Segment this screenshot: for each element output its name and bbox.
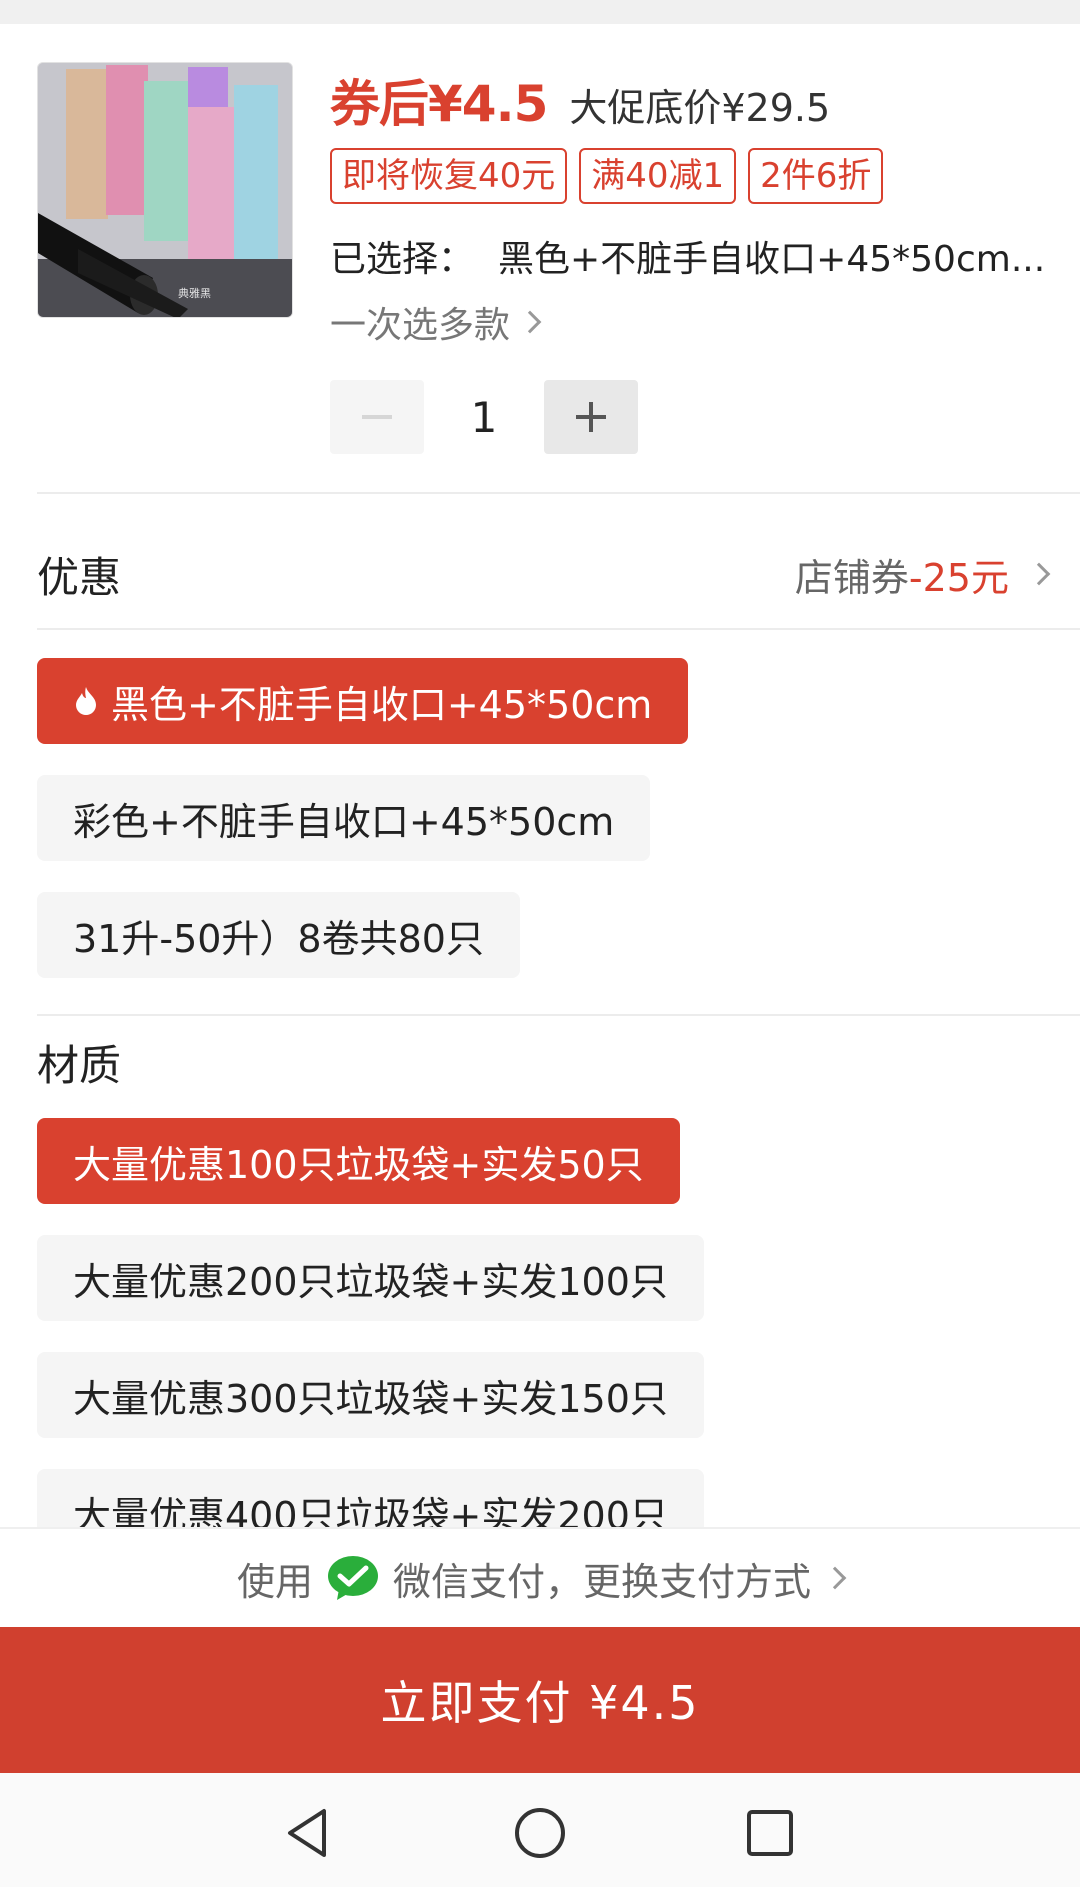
triangle-back-icon[interactable] (280, 1803, 340, 1863)
product-image-caption: 典雅黑 (178, 287, 211, 300)
chevron-right-icon (823, 1566, 847, 1590)
variant-label: 彩色+不脏手自收口+45*50cm (73, 799, 615, 844)
product-header: 典雅黑 券后¥4.5 大促底价¥29.5 即将恢复40元 满40减1 2件6折 … (0, 24, 1080, 494)
quantity-value[interactable]: 1 (424, 393, 544, 442)
divider (37, 628, 1080, 630)
coupon-info: 店铺券 -25元 (794, 547, 1051, 602)
material-option[interactable]: 大量优惠400只垃圾袋+实发200只 (37, 1469, 704, 1527)
multi-select-link[interactable]: 一次选多款 (330, 296, 542, 348)
pay-now-button[interactable]: 立即支付 ¥4.5 (0, 1627, 1080, 1773)
promo-tag: 2件6折 (748, 148, 884, 204)
square-recents-icon[interactable] (740, 1803, 800, 1863)
payment-method-text: 微信支付，更换支付方式 (393, 1559, 812, 1604)
increase-button[interactable] (544, 380, 638, 454)
chevron-right-icon (1027, 562, 1051, 586)
plus-icon (576, 402, 606, 432)
minus-icon (362, 415, 392, 419)
system-nav-bar (0, 1773, 1080, 1887)
payment-use-label: 使用 (236, 1559, 313, 1604)
discount-title: 优惠 (37, 552, 122, 602)
decrease-button[interactable] (330, 380, 424, 454)
sku-sheet: 典雅黑 券后¥4.5 大促底价¥29.5 即将恢复40元 满40减1 2件6折 … (0, 24, 1080, 1527)
variant-option[interactable]: 彩色+不脏手自收口+45*50cm (37, 775, 651, 861)
material-option-selected[interactable]: 大量优惠100只垃圾袋+实发50只 (37, 1118, 680, 1204)
selected-label: 已选择： (330, 239, 475, 280)
product-image-art (38, 63, 292, 317)
circle-home-icon[interactable] (510, 1803, 570, 1863)
divider (37, 492, 1080, 494)
material-label: 大量优惠400只垃圾袋+实发200只 (73, 1493, 668, 1528)
material-label: 大量优惠300只垃圾袋+实发150只 (73, 1376, 668, 1421)
coupon-label: 店铺券 (794, 555, 909, 600)
selected-summary: 已选择： 黑色+不脏手自收口+45*50cm... (330, 230, 1050, 282)
divider (37, 1014, 1080, 1016)
variant-option-selected[interactable]: 黑色+不脏手自收口+45*50cm (37, 658, 689, 744)
variant-label: 31升-50升）8卷共80只 (73, 916, 484, 961)
selected-value: 黑色+不脏手自收口+45*50cm... (498, 239, 1046, 280)
discount-row[interactable]: 优惠 店铺券 -25元 (37, 534, 1051, 614)
price-row: 券后¥4.5 大促底价¥29.5 (330, 64, 830, 134)
coupon-amount: -25元 (908, 555, 1009, 600)
quantity-stepper: 1 (330, 380, 638, 454)
flame-icon (76, 687, 96, 715)
material-option[interactable]: 大量优惠200只垃圾袋+实发100只 (37, 1235, 704, 1321)
material-label: 大量优惠200只垃圾袋+实发100只 (73, 1259, 668, 1304)
promo-tags: 即将恢复40元 满40减1 2件6折 (330, 148, 884, 204)
variant-option[interactable]: 31升-50升）8卷共80只 (37, 892, 520, 978)
promo-tag: 满40减1 (579, 148, 737, 204)
variant-label: 黑色+不脏手自收口+45*50cm (111, 682, 653, 727)
chevron-right-icon (518, 310, 542, 334)
top-strip (0, 0, 1080, 24)
material-label: 大量优惠100只垃圾袋+实发50只 (73, 1142, 644, 1187)
product-thumbnail[interactable]: 典雅黑 (37, 62, 293, 318)
promo-tag: 即将恢复40元 (330, 148, 568, 204)
price-after-coupon: 券后¥4.5 (330, 75, 548, 133)
promo-price: 大促底价¥29.5 (569, 86, 831, 130)
multi-select-label: 一次选多款 (330, 305, 511, 346)
material-option[interactable]: 大量优惠300只垃圾袋+实发150只 (37, 1352, 704, 1438)
material-title: 材质 (37, 1041, 122, 1090)
wechat-pay-icon (328, 1556, 378, 1600)
payment-method-row[interactable]: 使用 微信支付，更换支付方式 (0, 1527, 1080, 1627)
